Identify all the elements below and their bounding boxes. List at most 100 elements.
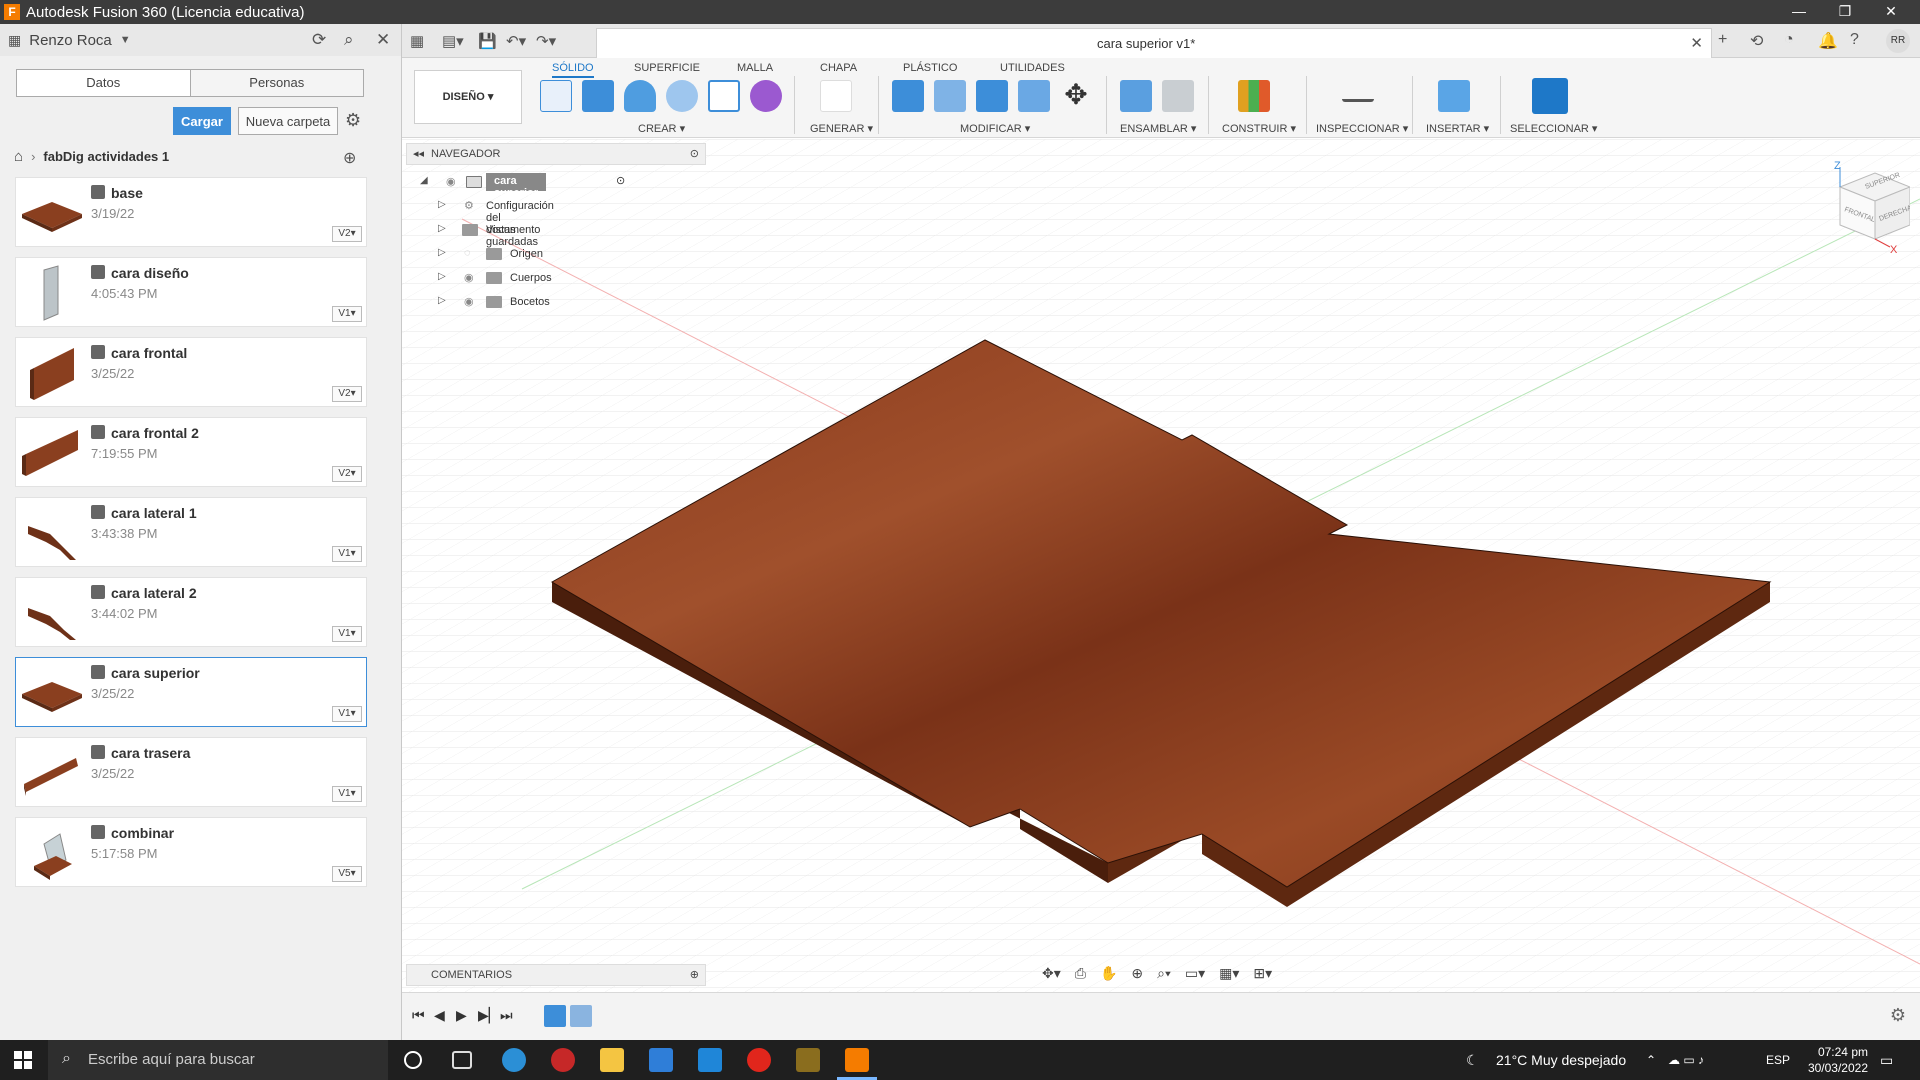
save-icon[interactable]: 💾: [478, 32, 497, 50]
app-icon-red[interactable]: [551, 1048, 575, 1072]
upload-button[interactable]: Cargar: [173, 107, 231, 135]
file-card[interactable]: cara lateral 2 3:44:02 PM V1▾: [15, 577, 367, 647]
shell-icon[interactable]: [1018, 80, 1050, 112]
file-card[interactable]: combinar 5:17:58 PM V5▾: [15, 817, 367, 887]
group-generar[interactable]: GENERAR ▾: [810, 122, 873, 135]
group-seleccionar[interactable]: SELECCIONAR ▾: [1510, 122, 1597, 135]
fit-icon[interactable]: ⌕▾: [1157, 965, 1171, 987]
version-badge[interactable]: V1▾: [332, 626, 362, 642]
undo-icon[interactable]: ↶▾: [506, 32, 526, 50]
help-icon[interactable]: ?: [1850, 31, 1859, 49]
version-badge[interactable]: V1▾: [332, 706, 362, 722]
close-window-button[interactable]: ✕: [1868, 0, 1914, 24]
group-ensamblar[interactable]: ENSAMBLAR ▾: [1120, 122, 1196, 135]
notifications-icon[interactable]: 🔔: [1818, 31, 1838, 51]
form-icon[interactable]: [750, 80, 782, 112]
hole-icon[interactable]: [666, 80, 698, 112]
group-crear[interactable]: CREAR ▾: [638, 122, 685, 135]
document-tab[interactable]: cara superior v1* ✕: [596, 28, 1712, 58]
close-panel-icon[interactable]: ✕: [376, 30, 390, 50]
breadcrumb-project[interactable]: fabDig actividades 1: [43, 149, 169, 164]
insert-image-icon[interactable]: [1438, 80, 1470, 112]
zoom-icon[interactable]: ⊕: [1131, 965, 1143, 987]
minimize-button[interactable]: —: [1776, 0, 1822, 24]
first-step-icon[interactable]: ⏮: [412, 1007, 425, 1024]
mail-icon[interactable]: [698, 1048, 722, 1072]
expand-arrow-icon[interactable]: ▷: [438, 223, 446, 234]
opera-icon[interactable]: [747, 1048, 771, 1072]
generative-icon[interactable]: [820, 80, 852, 112]
home-icon[interactable]: ⌂: [14, 148, 23, 165]
move-icon[interactable]: ✥: [1060, 80, 1092, 112]
apps-grid-icon[interactable]: ▦: [8, 32, 21, 49]
tray-apps-icon[interactable]: ☁ ▭ ♪: [1668, 1040, 1704, 1080]
chevron-down-icon[interactable]: ▼: [120, 34, 131, 46]
tree-root[interactable]: ◢ ◉ cara superior v1 ⊙: [420, 171, 625, 211]
task-view-icon[interactable]: [452, 1051, 472, 1069]
search-icon[interactable]: ⌕: [344, 30, 354, 50]
select-icon[interactable]: [1532, 78, 1568, 114]
fillet-icon[interactable]: [934, 80, 966, 112]
visibility-eye-icon[interactable]: ◉: [464, 295, 474, 308]
version-badge[interactable]: V1▾: [332, 786, 362, 802]
timeline-extrude-feature[interactable]: [570, 1005, 592, 1027]
restore-button[interactable]: ❐: [1822, 0, 1868, 24]
revolve-icon[interactable]: [624, 80, 656, 112]
visibility-eye-icon[interactable]: ◉: [446, 175, 456, 188]
last-step-icon[interactable]: ⏭: [500, 1007, 513, 1024]
collapse-arrow-icon[interactable]: ◢: [420, 175, 428, 186]
workspace-switcher[interactable]: DISEÑO ▾: [414, 70, 522, 124]
file-card[interactable]: cara lateral 1 3:43:38 PM V1▾: [15, 497, 367, 567]
tray-overflow-icon[interactable]: ⌃: [1646, 1040, 1656, 1080]
version-badge[interactable]: V2▾: [332, 386, 362, 402]
extrude-icon[interactable]: [582, 80, 614, 112]
job-status-icon[interactable]: ◔: [1784, 31, 1794, 49]
user-switcher[interactable]: Renzo Roca: [29, 32, 112, 49]
weather-text[interactable]: 21°C Muy despejado: [1496, 1040, 1626, 1080]
tab-personas[interactable]: Personas: [189, 70, 363, 96]
pan-icon[interactable]: ✋: [1100, 965, 1117, 987]
group-construir[interactable]: CONSTRUIR ▾: [1222, 122, 1296, 135]
version-badge[interactable]: V5▾: [332, 866, 362, 882]
file-card[interactable]: cara frontal 3/25/22 V2▾: [15, 337, 367, 407]
game-launcher-icon[interactable]: [796, 1048, 820, 1072]
group-insertar[interactable]: INSERTAR ▾: [1426, 122, 1489, 135]
file-card[interactable]: cara diseño 4:05:43 PM V1▾: [15, 257, 367, 327]
expand-arrow-icon[interactable]: ▷: [438, 199, 446, 210]
version-badge[interactable]: V2▾: [332, 466, 362, 482]
measure-icon[interactable]: [1342, 88, 1374, 102]
expand-arrow-icon[interactable]: ▷: [438, 295, 446, 306]
tab-plastico[interactable]: PLÁSTICO: [903, 62, 957, 74]
joint-icon[interactable]: [1162, 80, 1194, 112]
tab-chapa[interactable]: CHAPA: [820, 62, 857, 74]
tab-datos[interactable]: Datos: [17, 70, 190, 96]
create-sketch-icon[interactable]: [540, 80, 572, 112]
file-card[interactable]: base 3/19/22 V2▾: [15, 177, 367, 247]
new-folder-button[interactable]: Nueva carpeta: [238, 107, 338, 135]
weather-icon[interactable]: ☾: [1466, 1040, 1479, 1080]
version-badge[interactable]: V2▾: [332, 226, 362, 242]
visibility-eye-icon[interactable]: ◉: [464, 271, 474, 284]
fusion-taskbar-icon[interactable]: [845, 1048, 869, 1072]
pattern-icon[interactable]: [708, 80, 740, 112]
tab-utilidades[interactable]: UTILIDADES: [1000, 62, 1065, 74]
file-menu-icon[interactable]: ▤▾: [442, 32, 464, 50]
press-pull-icon[interactable]: [892, 80, 924, 112]
canvas-viewport[interactable]: ◂◂ NAVEGADOR ⊙ ◢ ◉ cara superior v1 ⊙ ▷ …: [402, 139, 1920, 992]
notifications-center-icon[interactable]: ▭: [1880, 1040, 1893, 1080]
expand-arrow-icon[interactable]: ▷: [438, 247, 446, 258]
store-icon[interactable]: [649, 1048, 673, 1072]
globe-icon[interactable]: ⊕: [343, 148, 356, 168]
collapse-panel-icon[interactable]: ◂◂: [413, 147, 424, 160]
language-indicator[interactable]: ESP: [1766, 1040, 1790, 1080]
data-panel-toggle-icon[interactable]: ▦: [410, 32, 424, 50]
edge-icon[interactable]: [502, 1048, 526, 1072]
refresh-icon[interactable]: ⟳: [312, 30, 326, 50]
viewports-icon[interactable]: ⊞▾: [1253, 965, 1272, 987]
chamfer-icon[interactable]: [976, 80, 1008, 112]
viewcube[interactable]: SUPERIOR FRONTAL DERECHA Z X: [1820, 159, 1910, 259]
file-card[interactable]: cara frontal 2 7:19:55 PM V2▾: [15, 417, 367, 487]
extensions-icon[interactable]: ⟲: [1750, 31, 1763, 51]
avatar[interactable]: RR: [1886, 29, 1910, 53]
group-modificar[interactable]: MODIFICAR ▾: [960, 122, 1030, 135]
